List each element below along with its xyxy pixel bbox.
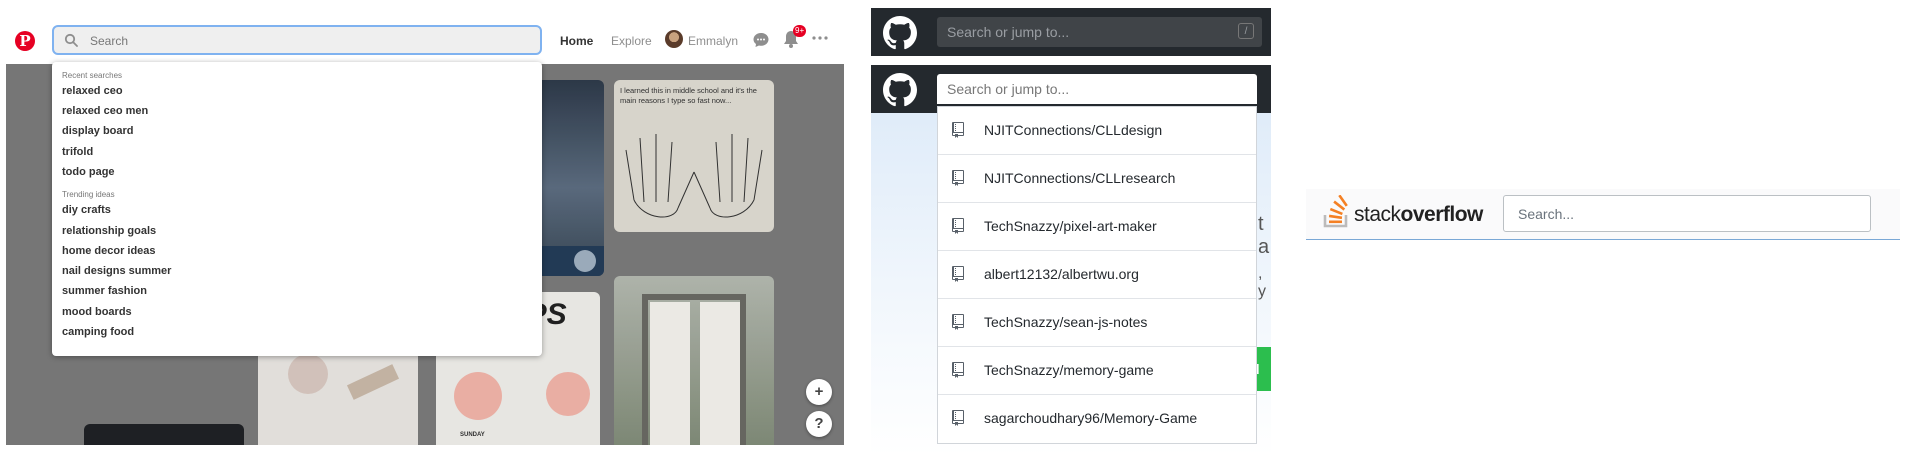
- pinterest-search-box[interactable]: [52, 25, 542, 55]
- pinterest-panel: P Home Explore Emmalyn 9+ WN: [6, 20, 844, 445]
- nav-explore[interactable]: Explore: [611, 34, 652, 48]
- notification-badge: 9+: [793, 25, 807, 37]
- pinterest-search-input[interactable]: [88, 31, 532, 51]
- repo-icon: [952, 362, 964, 378]
- suggestion-item[interactable]: diy crafts: [62, 204, 111, 216]
- repo-name: albert12132/albertwu.org: [984, 266, 1139, 282]
- repo-suggestion[interactable]: NJITConnections/CLLdesign: [938, 107, 1256, 155]
- suggestion-item[interactable]: todo page: [62, 166, 115, 178]
- repo-icon: [952, 266, 964, 282]
- pinterest-header: P Home Explore Emmalyn 9+: [6, 20, 844, 64]
- trending-ideas-label: Trending ideas: [62, 190, 115, 199]
- more-icon[interactable]: [812, 36, 828, 40]
- stackoverflow-wordmark[interactable]: stackoverflow: [1354, 203, 1483, 227]
- suggestion-item[interactable]: relaxed ceo: [62, 85, 123, 97]
- avatar[interactable]: [665, 30, 683, 48]
- stackoverflow-search-box[interactable]: [1503, 195, 1871, 232]
- repo-suggestion[interactable]: TechSnazzy/sean-js-notes: [938, 299, 1256, 347]
- slash-shortcut-hint: /: [1238, 23, 1254, 39]
- repo-name: TechSnazzy/pixel-art-maker: [984, 218, 1157, 234]
- repo-name: NJITConnections/CLLdesign: [984, 122, 1163, 138]
- search-suggestions-dropdown: Recent searches relaxed ceo relaxed ceo …: [52, 62, 542, 356]
- repo-icon: [952, 410, 964, 426]
- add-pin-button[interactable]: +: [806, 379, 832, 405]
- github-header-collapsed: Search or jump to... /: [871, 8, 1271, 56]
- repo-name: sagarchoudhary96/Memory-Game: [984, 410, 1198, 426]
- repo-icon: [952, 170, 964, 186]
- repo-name: NJITConnections/CLLresearch: [984, 170, 1176, 186]
- stackoverflow-panel: stackoverflow: [1306, 189, 1900, 240]
- help-button[interactable]: ?: [806, 411, 832, 437]
- repo-suggestion[interactable]: TechSnazzy/memory-game: [938, 347, 1256, 395]
- page-text-fragment: t a: [1258, 213, 1270, 258]
- wordmark-bold: overflow: [1400, 203, 1484, 226]
- wordmark-light: stack: [1354, 203, 1401, 226]
- repo-icon: [952, 122, 964, 138]
- repo-suggestion[interactable]: albert12132/albertwu.org: [938, 251, 1256, 299]
- page-text-fragment: , y: [1258, 265, 1266, 300]
- repo-icon: [952, 314, 964, 330]
- recent-searches-label: Recent searches: [62, 71, 123, 80]
- stackoverflow-search-input[interactable]: [1516, 205, 1860, 223]
- repo-name: TechSnazzy/sean-js-notes: [984, 314, 1148, 330]
- github-panel: Search or jump to... / t a , y d NJITCon…: [871, 8, 1271, 456]
- suggestion-item[interactable]: display board: [62, 125, 134, 137]
- stackoverflow-logo-icon[interactable]: [1322, 195, 1352, 229]
- github-search-input[interactable]: [945, 80, 1249, 98]
- github-logo-icon[interactable]: [883, 73, 917, 107]
- repo-suggestion[interactable]: TechSnazzy/pixel-art-maker: [938, 203, 1256, 251]
- repo-suggestion[interactable]: NJITConnections/CLLresearch: [938, 155, 1256, 203]
- github-search-collapsed[interactable]: Search or jump to... /: [937, 17, 1262, 47]
- suggestion-item[interactable]: nail designs summer: [62, 265, 171, 277]
- chat-icon[interactable]: [752, 31, 770, 49]
- github-search-expanded[interactable]: [937, 74, 1257, 104]
- suggestion-item[interactable]: home decor ideas: [62, 245, 156, 257]
- github-search-placeholder: Search or jump to...: [947, 24, 1070, 40]
- github-repo-suggestions: NJITConnections/CLLdesign NJITConnection…: [937, 106, 1257, 444]
- github-logo-icon[interactable]: [883, 16, 917, 50]
- suggestion-item[interactable]: camping food: [62, 326, 134, 338]
- suggestion-item[interactable]: mood boards: [62, 306, 132, 318]
- nav-user-name[interactable]: Emmalyn: [688, 34, 738, 48]
- suggestion-item[interactable]: summer fashion: [62, 285, 147, 297]
- suggestion-item[interactable]: trifold: [62, 146, 93, 158]
- repo-suggestion[interactable]: sagarchoudhary96/Memory-Game: [938, 395, 1256, 443]
- suggestion-item[interactable]: relaxed ceo men: [62, 105, 148, 117]
- repo-name: TechSnazzy/memory-game: [984, 362, 1154, 378]
- nav-home[interactable]: Home: [560, 34, 593, 48]
- repo-icon: [952, 218, 964, 234]
- suggestion-item[interactable]: relationship goals: [62, 225, 156, 237]
- pinterest-logo[interactable]: P: [15, 31, 35, 51]
- search-icon: [64, 33, 78, 47]
